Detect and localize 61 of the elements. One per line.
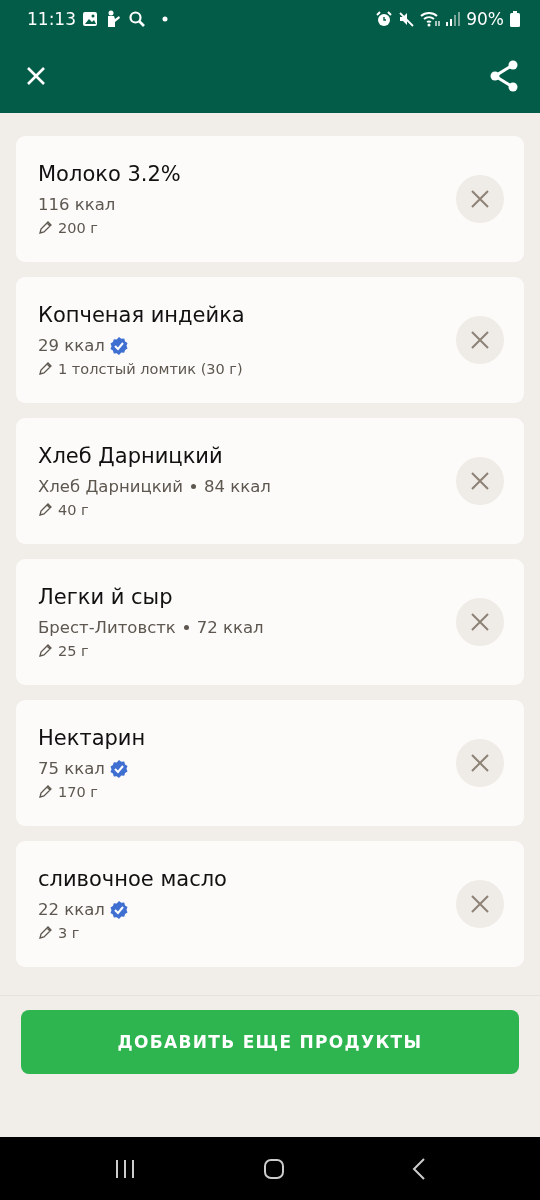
pencil-icon [38, 644, 52, 658]
calories: 116 ккал [38, 195, 116, 214]
food-card[interactable]: Нектарин 75 ккал 170 г [16, 700, 524, 826]
brand-name: Брест-Литовстк [38, 618, 176, 637]
calories: 22 ккал [38, 900, 105, 919]
signal-icon [446, 11, 461, 27]
food-name: сливочное масло [38, 867, 228, 891]
recent-apps-button[interactable] [113, 1158, 136, 1179]
close-icon [471, 190, 489, 208]
portion-size: 200 г [58, 220, 98, 236]
brand-name: Хлеб Дарницкий [38, 477, 184, 496]
remove-button[interactable] [456, 316, 504, 364]
food-name: Молоко 3.2% [38, 162, 182, 186]
food-card[interactable]: Хлеб Дарницкий Хлеб Дарницкий 84 ккал 40 г [16, 418, 524, 544]
food-card[interactable]: сливочное масло 22 ккал 3 г [16, 841, 524, 967]
remove-button[interactable] [456, 880, 504, 928]
pencil-icon [38, 221, 52, 235]
portion-size: 40 г [58, 502, 89, 518]
close-button[interactable] [26, 65, 46, 86]
close-icon [471, 613, 489, 631]
wifi-icon [420, 11, 441, 27]
alarm-icon [376, 11, 393, 27]
food-name: Нектарин [38, 726, 147, 750]
calories: 72 ккал [196, 618, 264, 637]
portion-size: 3 г [58, 925, 80, 941]
close-icon [471, 472, 489, 490]
search-icon [128, 10, 146, 28]
calories: 75 ккал [38, 759, 105, 778]
food-card[interactable]: Копченая индейка 29 ккал 1 толстый ломтик (30 г) [16, 277, 524, 403]
pencil-icon [38, 503, 52, 517]
mute-icon [398, 11, 415, 27]
pencil-icon [38, 785, 52, 799]
share-button[interactable] [488, 59, 520, 92]
pencil-icon [38, 362, 52, 376]
back-button[interactable] [412, 1157, 427, 1180]
separator-dot-icon [183, 625, 189, 630]
portion-size: 25 г [58, 643, 89, 659]
close-icon [471, 331, 489, 349]
clock-time: 11:13 [27, 9, 76, 29]
food-name: Хлеб Дарницкий [38, 444, 224, 468]
pencil-icon [38, 926, 52, 940]
remove-button[interactable] [456, 175, 504, 223]
remove-button[interactable] [456, 739, 504, 787]
portion-size: 170 г [58, 784, 98, 800]
separator-dot-icon [191, 484, 197, 489]
calories: 84 ккал [204, 477, 271, 496]
remove-button[interactable] [456, 457, 504, 505]
close-icon [471, 754, 489, 772]
close-icon [471, 895, 489, 913]
battery-icon [510, 11, 520, 27]
food-card[interactable]: Легки й сыр Брест-Литовстк 72 ккал 25 г [16, 559, 524, 685]
calories: 29 ккал [38, 336, 105, 355]
food-card[interactable]: Молоко 3.2% 116 ккал 200 г [16, 136, 524, 262]
gallery-icon [82, 11, 98, 27]
remove-button[interactable] [456, 598, 504, 646]
food-name: Копченая индейка [38, 303, 246, 327]
food-name: Легки й сыр [38, 585, 174, 609]
notification-dot-icon [162, 16, 168, 22]
battery-percentage: 90% [466, 9, 504, 29]
home-button[interactable] [263, 1157, 285, 1180]
portion-size: 1 толстый ломтик (30 г) [58, 361, 243, 377]
